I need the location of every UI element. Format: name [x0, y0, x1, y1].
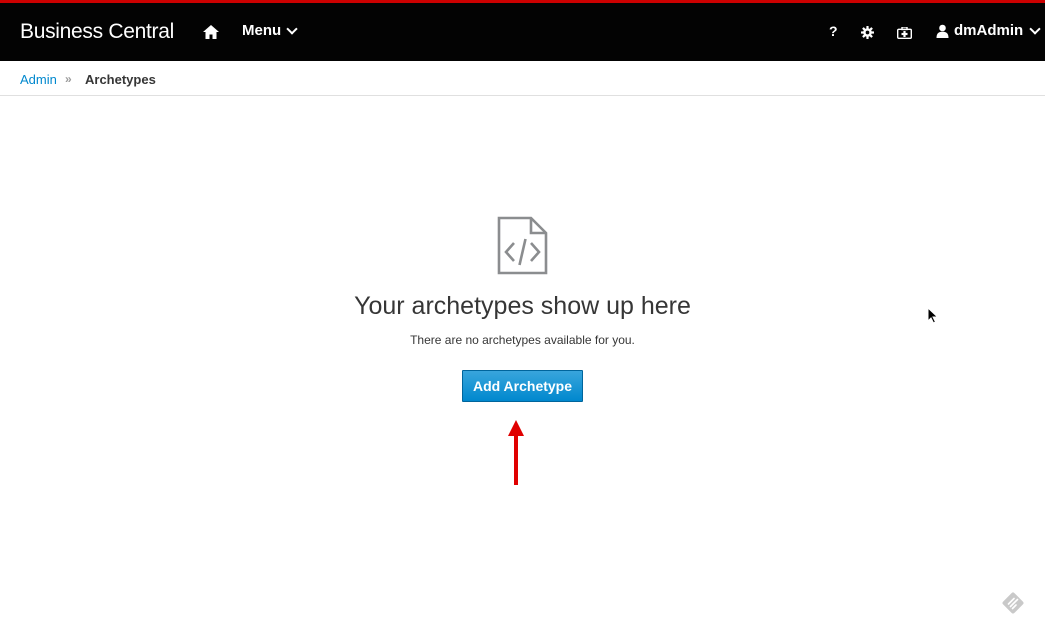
- annotation-arrow-icon: [508, 420, 524, 485]
- breadcrumb-current: Archetypes: [85, 72, 156, 87]
- chevron-down-icon: [286, 22, 298, 35]
- gear-icon[interactable]: [861, 26, 874, 39]
- file-code-icon: [497, 216, 548, 275]
- chevron-down-icon: [1029, 22, 1041, 35]
- medkit-icon[interactable]: [897, 27, 912, 39]
- menu-label: Menu: [242, 22, 282, 39]
- feedback-icon[interactable]: [1000, 590, 1026, 616]
- menu-dropdown[interactable]: Menu: [242, 22, 298, 39]
- top-navbar: Business Central Menu ? dmAdmin: [0, 0, 1045, 61]
- help-button[interactable]: ?: [829, 23, 838, 39]
- empty-state-text: There are no archetypes available for yo…: [410, 333, 635, 347]
- home-icon[interactable]: [202, 23, 220, 41]
- empty-state-title: Your archetypes show up here: [354, 292, 691, 320]
- mouse-cursor-icon: [927, 307, 939, 324]
- breadcrumb: Admin » Archetypes: [0, 61, 1045, 96]
- user-menu[interactable]: dmAdmin: [936, 22, 1041, 39]
- brand-title: Business Central: [20, 20, 174, 43]
- breadcrumb-admin-link[interactable]: Admin: [20, 72, 57, 87]
- add-archetype-button[interactable]: Add Archetype: [462, 370, 583, 402]
- user-name: dmAdmin: [954, 22, 1024, 39]
- breadcrumb-separator-icon: »: [65, 72, 72, 86]
- user-icon: [936, 24, 949, 38]
- app-window: Business Central Menu ? dmAdmin Admin » …: [0, 0, 1045, 634]
